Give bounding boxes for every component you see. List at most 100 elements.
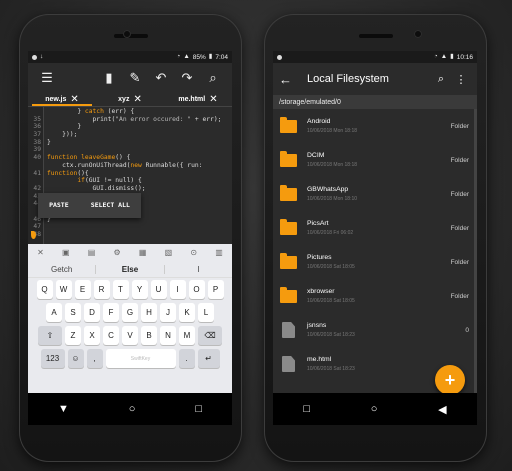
file-text: PicsArt 10/06/2018 Fri 06:02: [307, 220, 353, 236]
path-breadcrumb[interactable]: /storage/emulated/0: [273, 95, 477, 109]
backspace-key[interactable]: ⌫: [198, 326, 222, 345]
back-nav-icon[interactable]: ▼: [58, 403, 69, 415]
calendar-icon[interactable]: ▥: [215, 248, 223, 257]
key-a[interactable]: A: [46, 303, 62, 322]
line-number: 41: [33, 169, 41, 177]
paste-button[interactable]: PASTE: [49, 201, 69, 210]
key-i[interactable]: I: [169, 280, 186, 299]
key-b[interactable]: B: [141, 326, 157, 345]
key-d[interactable]: D: [84, 303, 100, 322]
key-t[interactable]: T: [112, 280, 129, 299]
gif-icon[interactable]: ▣: [62, 248, 70, 257]
key-s[interactable]: S: [65, 303, 81, 322]
more-options-icon[interactable]: ⋮: [451, 73, 471, 86]
location-icon[interactable]: ⊙: [190, 248, 197, 257]
key-x[interactable]: X: [84, 326, 100, 345]
page-title: Local Filesystem: [307, 73, 389, 85]
signal-icon: ▲: [183, 52, 190, 60]
key-v[interactable]: V: [122, 326, 138, 345]
code-line: print("An error occured: " + err);: [47, 115, 222, 123]
key-u[interactable]: U: [150, 280, 167, 299]
suggestion-1[interactable]: Getch: [28, 265, 95, 274]
edit-icon[interactable]: ✎: [122, 63, 148, 93]
search-icon[interactable]: ⌕: [431, 73, 451, 86]
close-tab-icon[interactable]: ✕: [133, 94, 141, 105]
home-nav-icon[interactable]: ○: [129, 403, 136, 415]
back-nav-icon[interactable]: ◀: [438, 403, 446, 416]
key-c[interactable]: C: [103, 326, 119, 345]
list-item[interactable]: DCIM 10/06/2018 Mon 18:18 Folder: [273, 143, 477, 177]
list-item[interactable]: jsnsns 10/06/2018 Sat 18:23 0: [273, 313, 477, 347]
list-item[interactable]: PicsArt 10/06/2018 Fri 06:02 Folder: [273, 211, 477, 245]
redo-icon[interactable]: ↷: [174, 63, 200, 93]
key-w[interactable]: W: [55, 280, 72, 299]
select-all-button[interactable]: SELECT ALL: [91, 201, 130, 210]
suggestion-strip: Getch Else I: [28, 261, 232, 278]
file-icon[interactable]: ▮: [96, 63, 122, 93]
list-item[interactable]: Pictures 10/06/2018 Sat 18:05 Folder: [273, 245, 477, 279]
period-key[interactable]: .: [178, 349, 195, 368]
file-text: Pictures 10/06/2018 Sat 18:05: [307, 254, 355, 270]
tab-0[interactable]: new.js ✕: [28, 93, 96, 106]
clock: 10:16: [456, 53, 473, 61]
key-g[interactable]: G: [122, 303, 138, 322]
key-y[interactable]: Y: [131, 280, 148, 299]
emoji-key[interactable]: ☺: [67, 349, 84, 368]
key-n[interactable]: N: [160, 326, 176, 345]
scrollbar[interactable]: [474, 109, 477, 405]
file-date: 10/06/2018 Mon 18:18: [307, 162, 358, 168]
search-icon[interactable]: ⌕: [200, 63, 226, 93]
key-f[interactable]: F: [103, 303, 119, 322]
list-item[interactable]: Android 10/06/2018 Mon 18:18 Folder: [273, 109, 477, 143]
list-item[interactable]: xbrowser 10/06/2018 Sat 18:05 Folder: [273, 279, 477, 313]
code-text[interactable]: } catch (err) { print("An error occured:…: [47, 108, 230, 239]
file-date: 10/06/2018 Sat 18:05: [307, 264, 355, 270]
add-fab-button[interactable]: +: [435, 365, 465, 395]
key-o[interactable]: O: [188, 280, 205, 299]
recents-nav-icon[interactable]: □: [195, 403, 202, 415]
recents-nav-icon[interactable]: □: [303, 403, 310, 415]
line-number: 38: [33, 138, 41, 146]
key-h[interactable]: H: [141, 303, 157, 322]
shift-key[interactable]: ⇧: [38, 326, 62, 345]
file-date: 10/06/2018 Mon 18:10: [307, 196, 358, 202]
translate-icon[interactable]: ▧: [165, 248, 173, 257]
close-tab-icon[interactable]: ✕: [209, 94, 217, 105]
home-nav-icon[interactable]: ○: [371, 403, 378, 415]
code-editor[interactable]: 35363738394041424344464748 } catch (err)…: [28, 107, 232, 244]
key-j[interactable]: J: [160, 303, 176, 322]
suggestion-2[interactable]: Else: [95, 264, 165, 274]
tab-2[interactable]: me.html ✕: [164, 93, 232, 106]
close-icon[interactable]: ✕: [37, 248, 44, 257]
menu-icon[interactable]: ☰: [34, 63, 60, 93]
suggestion-3[interactable]: I: [165, 265, 232, 274]
key-m[interactable]: M: [179, 326, 195, 345]
close-tab-icon[interactable]: ✕: [70, 94, 78, 105]
list-item[interactable]: GBWhatsApp 10/06/2018 Mon 18:10 Folder: [273, 177, 477, 211]
key-q[interactable]: Q: [36, 280, 53, 299]
key-p[interactable]: P: [207, 280, 224, 299]
file-date: 10/06/2018 Sat 18:23: [307, 332, 355, 338]
clipboard-icon[interactable]: ▤: [88, 248, 96, 257]
file-text: me.html 10/06/2018 Sat 18:23: [307, 356, 355, 372]
sticker-icon[interactable]: ▦: [139, 248, 147, 257]
right-phone: ◔ ▲ ▮ 10:16 ← Local Filesystem ⌕ ⋮ /stor…: [264, 14, 487, 462]
key-row-4: 123 ☺ , SwiftKey . ↵: [28, 347, 232, 370]
tab-1[interactable]: xyz ✕: [96, 93, 164, 106]
back-arrow-icon[interactable]: ←: [279, 72, 301, 87]
key-z[interactable]: Z: [65, 326, 81, 345]
key-r[interactable]: R: [93, 280, 110, 299]
key-l[interactable]: L: [198, 303, 214, 322]
undo-icon[interactable]: ↶: [148, 63, 174, 93]
folder-icon: [280, 218, 297, 235]
cursor-handle[interactable]: [31, 231, 36, 239]
key-e[interactable]: E: [74, 280, 91, 299]
mode-key[interactable]: 123: [40, 349, 65, 368]
enter-key[interactable]: ↵: [197, 349, 220, 368]
comma-key[interactable]: ,: [86, 349, 103, 368]
file-icon: [282, 322, 295, 338]
space-key[interactable]: SwiftKey: [105, 349, 176, 368]
settings-icon[interactable]: ⚙: [113, 248, 120, 257]
key-k[interactable]: K: [179, 303, 195, 322]
